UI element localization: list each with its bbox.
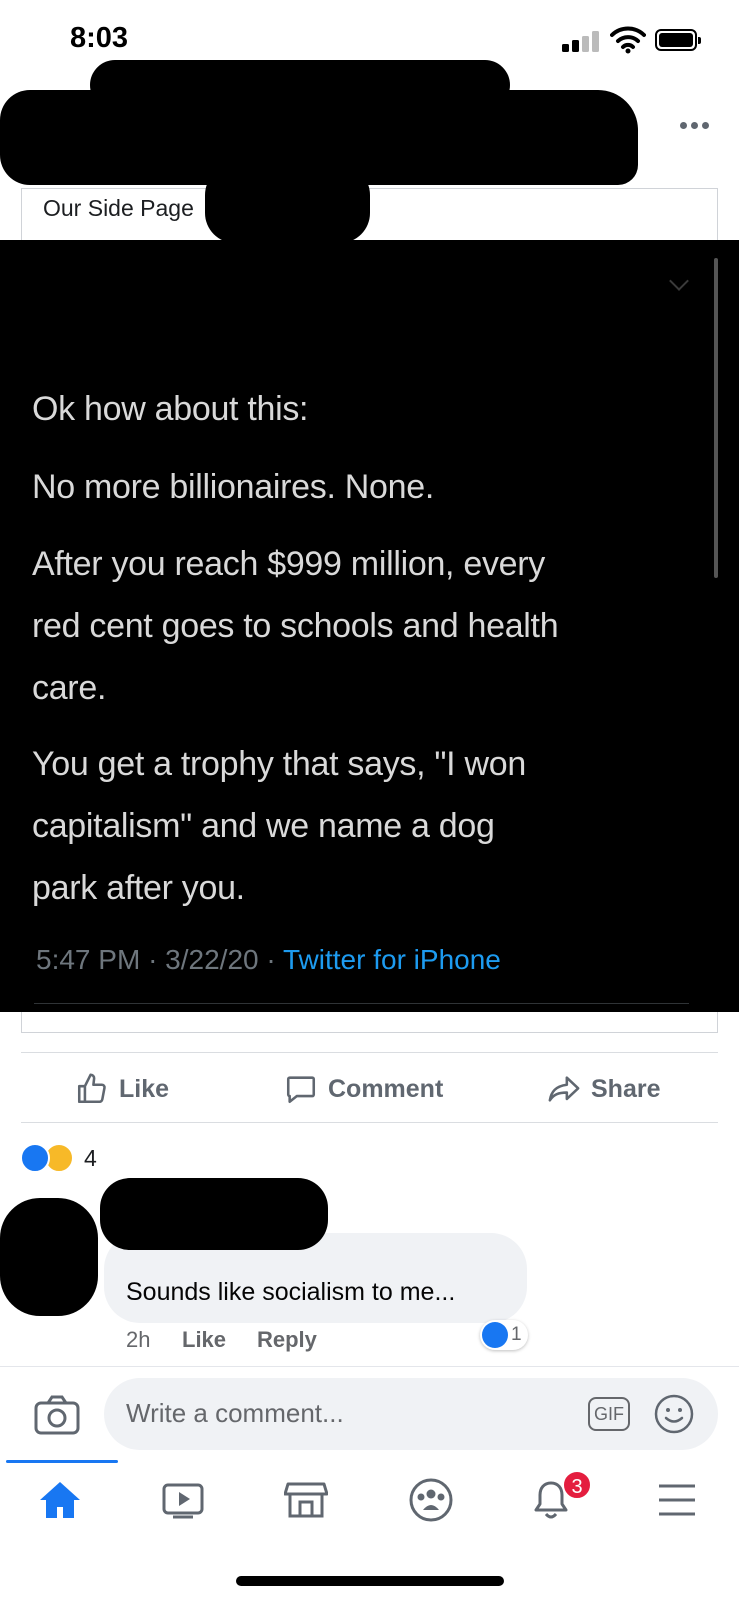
reaction-count: 4 [84,1144,97,1171]
tweet-screenshot: Ok how about this: No more billionaires.… [0,240,739,1012]
divider [0,1366,739,1367]
groups-icon [409,1478,453,1522]
nav-watch[interactable] [153,1473,213,1527]
comment-input-placeholder: Write a comment... [126,1398,344,1428]
like-reaction-icon [482,1322,508,1348]
share-icon [548,1076,580,1102]
more-options-icon[interactable] [680,122,712,132]
comment-reply-button[interactable]: Reply [257,1327,317,1353]
marketplace-icon [284,1482,328,1518]
share-label: Share [591,1074,661,1103]
divider [21,1122,718,1123]
comment-age: 2h [126,1327,151,1352]
battery-icon [655,29,701,51]
comment-reactions[interactable]: 1 [480,1320,528,1350]
cellular-signal-icon [562,30,602,52]
nav-menu[interactable] [647,1473,707,1527]
like-button[interactable]: Like [75,1068,169,1110]
home-icon [40,1482,80,1518]
redacted-profile [205,165,370,243]
meta-separator: · [266,944,276,975]
wifi-icon [610,26,646,54]
active-tab-indicator [6,1460,118,1463]
comment-label: Comment [328,1074,444,1103]
comment-reaction-count: 1 [511,1324,522,1345]
tweet-source: Twitter for iPhone [282,944,501,975]
tweet-text-line: Ok how about this: [32,390,309,428]
tweet-date: 3/22/20 [165,944,259,975]
chevron-down-icon [669,271,689,291]
comment-icon [286,1076,316,1104]
tweet-time: 5:47 PM [36,944,141,975]
tweet-text-line: red cent goes to schools and health [32,607,559,645]
tweet-text-line: care. [32,669,107,707]
share-button[interactable]: Share [547,1068,660,1110]
like-reaction-icon [20,1143,50,1173]
status-time: 8:03 [70,22,129,54]
comment-like-button[interactable]: Like [182,1327,226,1353]
gif-button[interactable]: GIF [588,1397,630,1431]
tweet-text-line: park after you. [32,869,245,907]
comment-button[interactable]: Comment [284,1068,443,1110]
redacted-header-top [90,60,510,110]
shared-page-name[interactable]: Our Side Page [43,195,194,222]
home-indicator [236,1576,504,1586]
nav-groups[interactable] [401,1473,461,1527]
comment-text: Sounds like socialism to me... [126,1278,456,1306]
menu-icon [659,1484,695,1516]
tweet-divider [34,1003,689,1004]
camera-icon[interactable] [34,1395,80,1435]
tweet-text-line: You get a trophy that says, "I won [32,745,526,783]
thumbs-up-icon [77,1073,106,1104]
nav-home[interactable] [30,1473,90,1527]
tweet-text-line: capitalism" and we name a dog [32,807,495,845]
emoji-icon[interactable] [653,1393,695,1435]
divider [21,1052,718,1053]
scrollbar [714,258,718,578]
tweet-text-line: After you reach $999 million, every [32,545,545,583]
meta-separator: · [148,944,158,975]
like-label: Like [119,1074,170,1103]
tweet-text-line: No more billionaires. None. [32,468,434,506]
redacted-avatar [0,1198,98,1316]
nav-marketplace[interactable] [276,1473,336,1527]
tweet-meta: 5:47 PM · 3/22/20 · Twitter for iPhone [36,944,501,976]
redacted-commenter-name [100,1178,328,1250]
notifications-badge: 3 [562,1470,592,1500]
video-icon [162,1483,204,1519]
reactions-summary[interactable]: 4 [20,1141,97,1175]
